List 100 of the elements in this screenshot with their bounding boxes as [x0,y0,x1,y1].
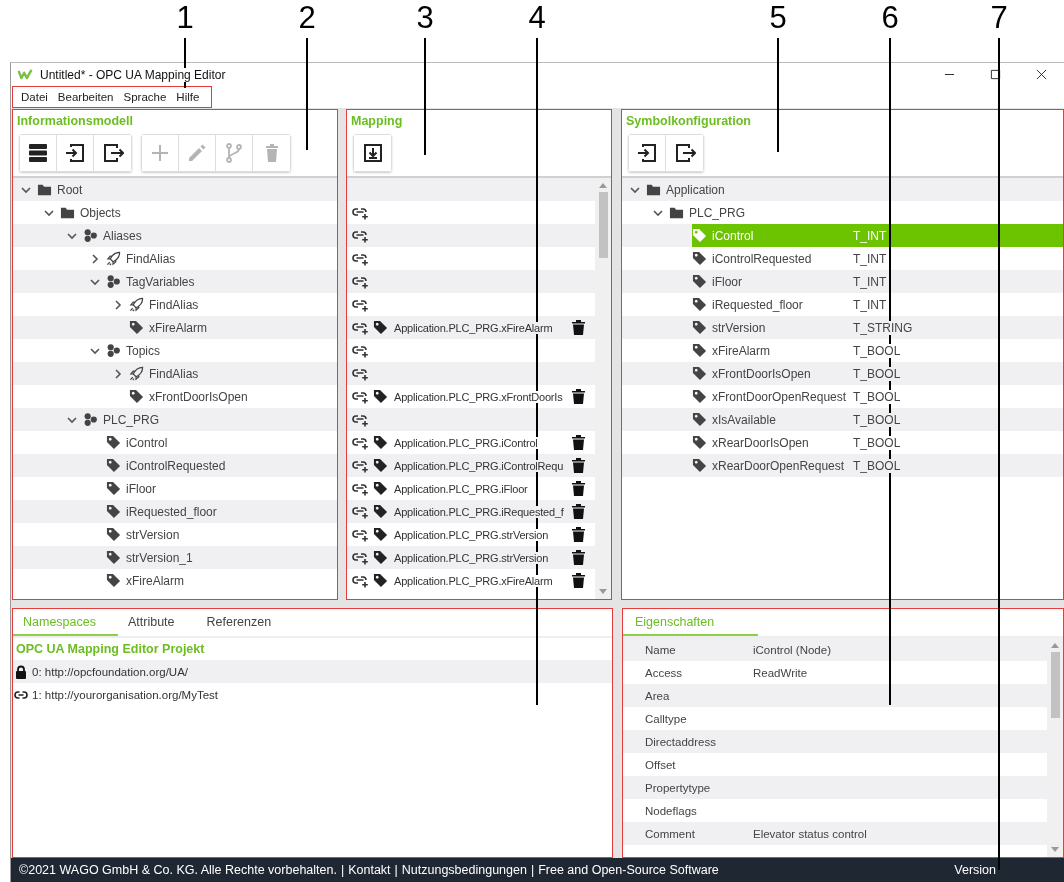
property-value: ReadWrite [753,666,808,679]
tree-row[interactable]: iControlRequested [13,454,337,477]
property-row[interactable]: Propertytype [623,776,1047,799]
mapping-target: Application.PLC_PRG.strVersion [394,551,549,564]
rocket-icon [106,251,121,266]
cluster-icon [106,343,121,358]
trash-icon[interactable] [572,527,585,542]
trash-icon[interactable] [572,573,585,588]
trash-icon[interactable] [572,389,585,404]
footer-link[interactable]: Kontakt [348,863,391,877]
link-add-icon[interactable] [352,274,369,289]
export-button[interactable] [94,135,131,171]
tag-icon [692,389,707,404]
trash-icon[interactable] [572,550,585,565]
trash-icon[interactable] [572,481,585,496]
mapping-row[interactable]: Application.PLC_PRG.iControlRequ [347,454,595,477]
trash-icon[interactable] [572,504,585,519]
scroll-bar[interactable] [1047,638,1063,857]
mapping-row[interactable]: Application.PLC_PRG.strVersion [347,546,595,569]
tag-icon [692,228,707,243]
scroll-thumb[interactable] [1051,652,1060,718]
link-add-icon[interactable] [352,320,369,335]
namespace-row[interactable]: 1: http://yourorganisation.org/MyTest [13,683,612,706]
chevron-right-icon[interactable] [89,252,101,265]
scroll-bar[interactable] [595,178,611,599]
property-name: Calltype [645,712,688,725]
type-label: T_INT [853,251,887,266]
tree-row[interactable]: xFireAlarm [13,316,337,339]
version-label: Version [954,863,996,877]
property-row[interactable]: Comment Elevator status control [623,822,1047,845]
tab[interactable]: Referenzen [196,609,294,636]
link-add-icon[interactable] [352,412,369,427]
chevron-right-icon[interactable] [112,298,124,311]
node-label: strVersion [712,320,766,335]
namespace-row[interactable]: 0: http://opcfoundation.org/UA/ [13,660,612,683]
footer-link[interactable]: Nutzungsbedingungen [401,863,527,877]
node-label: PLC_PRG [103,412,160,427]
link-add-icon[interactable] [352,228,369,243]
property-row[interactable]: Calltype [623,707,1047,730]
chevron-right-icon[interactable] [112,367,124,380]
trash-icon[interactable] [572,458,585,473]
mapping-target: Application.PLC_PRG.xFireAlarm [394,574,553,587]
download-button[interactable] [354,135,391,171]
namespace-uri: 0: http://opcfoundation.org/UA/ [32,665,188,678]
tab[interactable]: Attribute [117,609,197,636]
tag-icon [373,573,388,588]
pencil-icon [186,142,208,164]
rocket-icon [129,366,144,381]
type-label: T_BOOL [853,458,901,473]
tree-row[interactable]: PLC_PRG [13,408,337,431]
link-add-icon[interactable] [352,366,369,381]
property-row[interactable]: Nodeflags [623,799,1047,822]
trash-icon[interactable] [572,435,585,450]
link-add-icon[interactable] [352,205,369,220]
tree-row[interactable]: FindAlias [13,362,337,385]
property-value: Elevator status control [753,827,867,840]
property-row[interactable]: Directaddress [623,730,1047,753]
property-value: iControl (Node) [753,643,831,656]
node-label: Root [57,182,83,197]
callout-number: 3 [415,0,435,36]
tree-row[interactable]: TagVariables [13,270,337,293]
folder-icon [669,205,684,220]
link-add-icon[interactable] [352,527,369,542]
property-row[interactable]: Area [623,684,1047,707]
server-button[interactable] [20,135,57,171]
tree-row[interactable]: strVersion_1 [13,546,337,569]
link-add-icon[interactable] [352,550,369,565]
import-button[interactable] [629,135,666,171]
link-add-icon[interactable] [352,435,369,450]
import-button[interactable] [57,135,94,171]
link-add-icon[interactable] [352,343,369,358]
link-add-icon[interactable] [352,458,369,473]
link-add-icon[interactable] [352,504,369,519]
mapping-target: Application.PLC_PRG.xFireAlarm [394,321,553,334]
node-label: iFloor [126,481,156,496]
tag-icon [692,343,707,358]
type-label: T_INT [853,228,887,243]
tree-row[interactable]: iRequested_floor [13,500,337,523]
scroll-thumb[interactable] [599,192,608,258]
trash-icon[interactable] [572,320,585,335]
tag-icon [692,435,707,450]
property-row[interactable]: Name iControl (Node) [623,638,1047,661]
link-add-icon[interactable] [352,297,369,312]
export-button[interactable] [666,135,703,171]
link-add-icon[interactable] [352,573,369,588]
footer-link[interactable]: Free and Open-Source Software [538,863,719,877]
tree-row[interactable]: Root [13,178,337,201]
tag-icon [373,550,388,565]
property-name: Area [645,689,671,702]
tag-icon [106,481,121,496]
mapping-row[interactable]: Application.PLC_PRG.iRequested_f [347,500,595,523]
link-add-icon[interactable] [352,251,369,266]
callout-number: 5 [768,0,788,36]
property-row[interactable]: Access ReadWrite [623,661,1047,684]
property-row[interactable]: Offset [623,753,1047,776]
mapping-row[interactable]: Application.PLC_PRG.xFireAlarm [347,316,595,339]
tree-row[interactable]: Aliases [13,224,337,247]
tag-icon [373,389,388,404]
link-add-icon[interactable] [352,481,369,496]
link-add-icon[interactable] [352,389,369,404]
